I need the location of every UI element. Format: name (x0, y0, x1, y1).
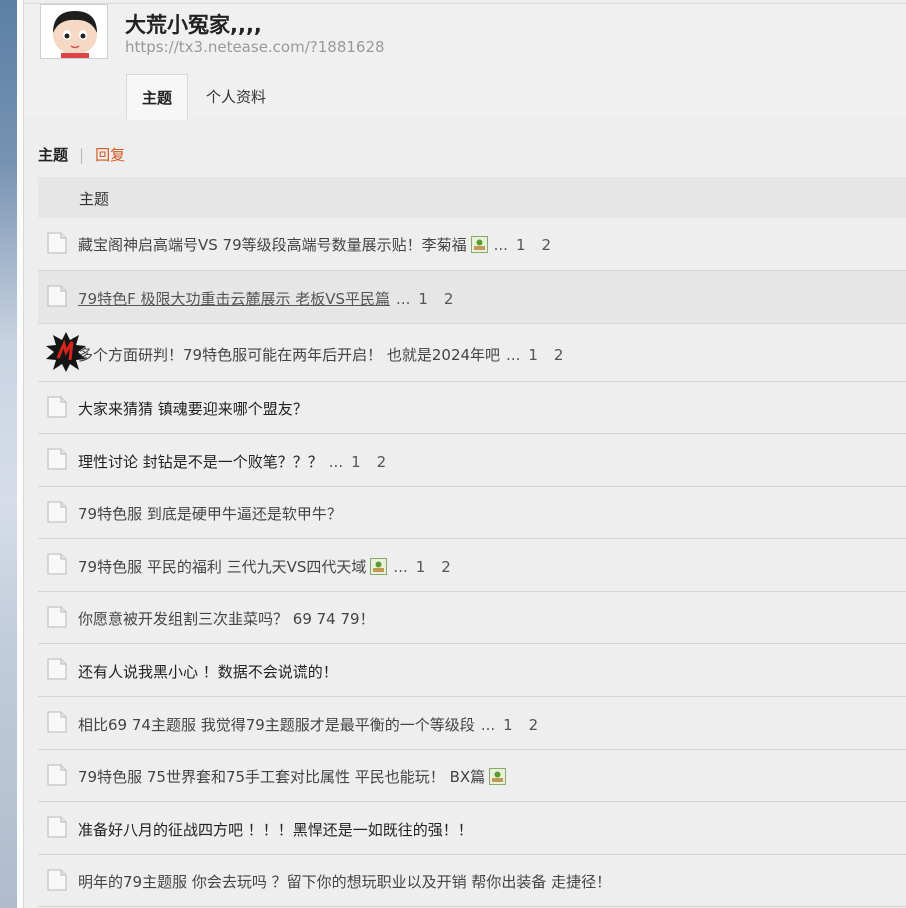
profile-header: 大荒小冤家,,,, https://tx3.netease.com/?18816… (24, 4, 906, 120)
ellipsis: ... (506, 346, 521, 364)
page-link-2[interactable]: 2 (529, 716, 539, 734)
document-icon (47, 764, 67, 786)
document-icon (47, 232, 67, 254)
table-row: 79特色服 到底是硬甲牛逼还是软甲牛？ (38, 487, 906, 539)
page-link-1[interactable]: 1 (418, 290, 428, 308)
table-row: 还有人说我黑小心 ！数据不会说谎的！ (38, 644, 906, 697)
page-link-1[interactable]: 1 (351, 453, 361, 471)
ellipsis: ... (480, 716, 496, 734)
topic-title[interactable]: 相比69 74主题服 我觉得79主题服才是最平衡的一个等级段... 1 2 (78, 714, 538, 735)
image-attachment-icon (470, 236, 488, 253)
table-row: 79特色服 75世界套和75手工套对比属性 平民也能玩！ BX篇 (38, 750, 906, 802)
topic-title[interactable]: 你愿意被开发组割三次韭菜吗？ 69 74 79！ (78, 608, 375, 629)
table-row: 你愿意被开发组割三次韭菜吗？ 69 74 79！ (38, 592, 906, 644)
page-link-2[interactable]: 2 (554, 346, 564, 364)
page-link-2[interactable]: 2 (542, 236, 552, 254)
table-row: 79特色服 平民的福利 三代九天VS四代天域... 1 2 (38, 539, 906, 592)
ellipsis: ... (328, 453, 344, 471)
table-row: 理性讨论 封钻是不是一个败笔？？？... 1 2 (38, 434, 906, 487)
page-link-1[interactable]: 1 (528, 346, 538, 364)
topic-title[interactable]: 准备好八月的征战四方吧 ！！！黑悍还是一如既往的强！！ (78, 819, 473, 840)
user-name: 大荒小冤家,,,, (125, 13, 262, 37)
document-icon (47, 553, 67, 575)
page-link-1[interactable]: 1 (416, 558, 426, 576)
page-link-1[interactable]: 1 (503, 716, 513, 734)
table-row: 明年的79主题服 你会去玩吗 ？留下你的想玩职业以及开销 帮你出装备 走捷径！ (38, 855, 906, 907)
table-row: 相比69 74主题服 我觉得79主题服才是最平衡的一个等级段... 1 2 (38, 697, 906, 750)
subnav-topics[interactable]: 主题 (38, 146, 68, 164)
topic-title[interactable]: 还有人说我黑小心 ！数据不会说谎的！ (78, 661, 338, 682)
column-header-topic: 主题 (79, 190, 110, 208)
topic-title[interactable]: 藏宝阁神启高端号VS 79等级段高端号数量展示贴！李菊福... 1 2 (78, 234, 551, 255)
tab-topics[interactable]: 主题 (126, 74, 188, 120)
table-row: 多个方面研判！79特色服可能在两年后开启！ 也就是2024年吧... 1 2 (38, 324, 906, 382)
document-icon (47, 869, 67, 891)
topic-title[interactable]: 多个方面研判！79特色服可能在两年后开启！ 也就是2024年吧... 1 2 (78, 344, 563, 365)
document-icon (47, 448, 67, 470)
document-icon (47, 285, 67, 307)
profile-panel: 大荒小冤家,,,, https://tx3.netease.com/?18816… (24, 0, 906, 908)
topic-title[interactable]: 明年的79主题服 你会去玩吗 ？留下你的想玩职业以及开销 帮你出装备 走捷径！ (78, 871, 611, 892)
document-icon (47, 658, 67, 680)
tab-profile[interactable]: 个人资料 (191, 74, 281, 120)
subnav-replies[interactable]: 回复 (95, 146, 125, 164)
topic-title[interactable]: 理性讨论 封钻是不是一个败笔？？？... 1 2 (78, 451, 386, 472)
document-icon (47, 396, 67, 418)
document-icon (47, 606, 67, 628)
page-link-2[interactable]: 2 (441, 558, 451, 576)
table-header: 主题 (38, 177, 906, 218)
ellipsis: ... (393, 558, 408, 576)
user-url[interactable]: https://tx3.netease.com/?1881628 (125, 38, 385, 56)
page-link-2[interactable]: 2 (444, 290, 454, 308)
topic-title[interactable]: 79特色服 75世界套和75手工套对比属性 平民也能玩！ BX篇 (78, 766, 510, 787)
topic-title[interactable]: 大家来猜猜 镇魂要迎来哪个盟友？ (78, 398, 308, 419)
ellipsis: ... (396, 290, 411, 308)
page-link-2[interactable]: 2 (377, 453, 387, 471)
page-link-1[interactable]: 1 (516, 236, 526, 254)
document-icon (47, 501, 67, 523)
sub-navigation: 主题 | 回复 (38, 144, 125, 165)
topic-title[interactable]: 79特色F 极限大功重击云麓展示 老板VS平民篇... 1 2 (78, 288, 453, 309)
document-icon (47, 711, 67, 733)
table-row: 准备好八月的征战四方吧 ！！！黑悍还是一如既往的强！！ (38, 802, 906, 855)
subnav-separator: | (79, 146, 85, 164)
background-strip-edge (17, 0, 24, 908)
image-attachment-icon (489, 768, 507, 785)
topic-title[interactable]: 79特色服 到底是硬甲牛逼还是软甲牛？ (78, 503, 342, 524)
ellipsis: ... (493, 236, 508, 254)
topic-list: 藏宝阁神启高端号VS 79等级段高端号数量展示贴！李菊福... 1 2 79特色F … (38, 218, 906, 907)
table-row: 藏宝阁神启高端号VS 79等级段高端号数量展示贴！李菊福... 1 2 (38, 218, 906, 271)
document-icon (47, 816, 67, 838)
background-strip (0, 0, 17, 908)
table-row: 大家来猜猜 镇魂要迎来哪个盟友？ (38, 382, 906, 434)
table-row: 79特色F 极限大功重击云麓展示 老板VS平民篇... 1 2 (38, 271, 906, 324)
avatar[interactable] (40, 4, 108, 59)
image-attachment-icon (370, 558, 388, 575)
topic-title[interactable]: 79特色服 平民的福利 三代九天VS四代天域... 1 2 (78, 556, 451, 577)
